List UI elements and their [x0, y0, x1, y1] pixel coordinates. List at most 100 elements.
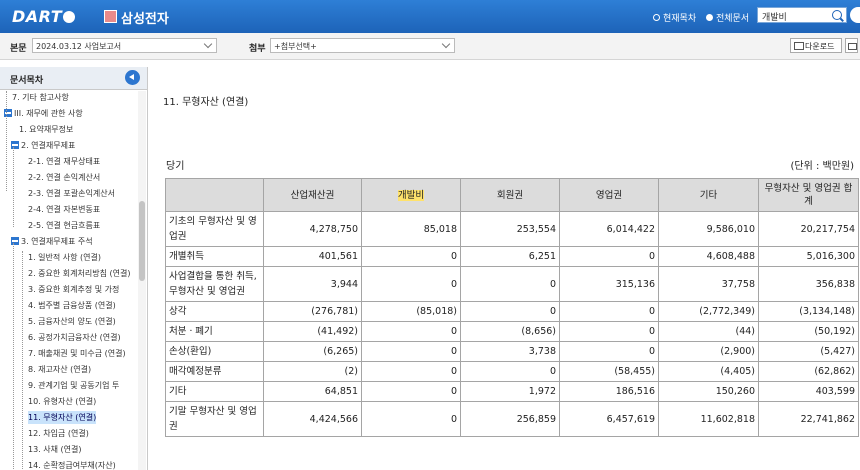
scope-all-label: 전체문서 — [716, 14, 750, 24]
intangible-assets-table: 산업재산권 개발비 회원권 영업권 기타 무형자산 및 영업권 합계 기초의 무형자산 및… — [165, 178, 859, 437]
row-label: 손상(환입) — [165, 341, 264, 362]
tree-guide-line — [6, 91, 7, 191]
value-cell: 22,741,862 — [758, 401, 859, 437]
value-cell: (62,862) — [758, 361, 859, 382]
toc-header: 문서목차 — [0, 67, 147, 90]
toc-item[interactable]: 14. 순확정급여부채(자산) — [28, 459, 116, 470]
toc-item[interactable]: 2-4. 연결 자본변동표 — [28, 203, 100, 216]
toc-item-label: 4. 범주별 금융상품 (연결) — [28, 301, 116, 310]
value-cell: 3,944 — [263, 266, 362, 302]
toc-item-label: 7. 기타 참고사항 — [12, 93, 69, 102]
attach-value: +첨부선택+ — [274, 42, 317, 51]
download-label: 다운로드 — [805, 42, 835, 51]
toc-item[interactable]: 9. 관계기업 및 공동기업 투 — [28, 379, 119, 392]
value-cell: 6,014,422 — [559, 211, 659, 247]
toc-item[interactable]: 2. 중요한 회계처리방침 (연결) — [28, 267, 130, 280]
value-cell: 5,016,300 — [758, 246, 859, 267]
toc-item-label: 9. 관계기업 및 공동기업 투 — [28, 381, 120, 390]
toc-item-label: 1. 요약재무정보 — [19, 125, 74, 134]
toc-item[interactable]: 2. 연결재무제표 — [11, 139, 75, 152]
toc-item[interactable]: 12. 차입금 (연결) — [28, 427, 89, 440]
toc-item[interactable]: 7. 매출채권 및 미수금 (연결) — [28, 347, 126, 360]
scroll-thumb[interactable] — [139, 201, 145, 281]
table-row: 기초의 무형자산 및 영업권 4,278,750 85,018 253,554 6,01… — [165, 211, 859, 247]
value-cell: 4,278,750 — [263, 211, 362, 247]
value-cell: 9,586,010 — [658, 211, 759, 247]
toc-item-label: 6. 공정가치금융자산 (연결) — [28, 333, 121, 342]
dart-logo[interactable]: DART — [12, 7, 76, 26]
toc-item[interactable]: 3. 중요한 회계추정 및 가정 — [28, 283, 119, 296]
value-cell: (50,192) — [758, 321, 859, 342]
toc-item[interactable]: 7. 기타 참고사항 — [12, 91, 69, 104]
value-cell: 0 — [361, 381, 461, 402]
toc-item-label: 12. 차입금 (연결) — [28, 429, 89, 438]
value-cell: 253,554 — [460, 211, 560, 247]
value-cell: 0 — [559, 301, 659, 322]
toc-item-label: 7. 매출채권 및 미수금 (연결) — [28, 349, 126, 358]
value-cell: 20,217,754 — [758, 211, 859, 247]
toc-item[interactable]: 8. 재고자산 (연결) — [28, 363, 91, 376]
value-cell: (3,134,148) — [758, 301, 859, 322]
value-cell: (44) — [658, 321, 759, 342]
toc-item-label: 14. 순확정급여부채(자산) — [28, 461, 116, 470]
search-input[interactable]: 개발비 — [757, 7, 847, 23]
toc-item[interactable]: 4. 범주별 금융상품 (연결) — [28, 299, 116, 312]
value-cell: (41,492) — [263, 321, 362, 342]
toc-item[interactable]: 1. 일반적 사항 (연결) — [28, 251, 101, 264]
toc-item[interactable]: 5. 금융자산의 양도 (연결) — [28, 315, 116, 328]
value-cell: 6,251 — [460, 246, 560, 267]
attach-label: 첨부 — [249, 44, 266, 54]
toc-item[interactable]: 13. 사채 (연결) — [28, 443, 82, 456]
chevron-down-icon — [203, 39, 213, 49]
value-cell: (2) — [263, 361, 362, 382]
search-option-button[interactable] — [850, 7, 860, 23]
value-cell: 64,851 — [263, 381, 362, 402]
scope-all-radio[interactable]: 전체문서 — [706, 11, 749, 24]
value-cell: 3,738 — [460, 341, 560, 362]
toc-item-label: 1. 일반적 사항 (연결) — [28, 253, 102, 262]
value-cell: 0 — [460, 301, 560, 322]
toc-item[interactable]: 10. 유형자산 (연결) — [28, 395, 96, 408]
toc-item-label: 2. 중요한 회계처리방침 (연결) — [28, 269, 131, 278]
section-title: 11. 무형자산 (연결) — [163, 97, 249, 108]
toc-item[interactable]: 2-3. 연결 포괄손익계산서 — [28, 187, 115, 200]
main-doc-select[interactable]: 2024.03.12 사업보고서 — [32, 38, 217, 53]
column-header-label: 기타 — [699, 189, 718, 201]
toc-item[interactable]: 2-5. 연결 현금흐름표 — [28, 219, 100, 232]
toc-item[interactable]: III. 재무에 관한 사항 — [4, 107, 83, 120]
header-blank — [165, 178, 264, 212]
monitor-icon — [794, 42, 804, 50]
toc-item[interactable]: 6. 공정가치금융자산 (연결) — [28, 331, 121, 344]
search-icon[interactable] — [832, 10, 842, 20]
toc-item[interactable]: 1. 요약재무정보 — [19, 123, 73, 136]
radio-icon — [653, 14, 660, 21]
toc-item-label: 2-4. 연결 자본변동표 — [28, 205, 101, 214]
value-cell: 315,136 — [559, 266, 659, 302]
toc-item[interactable]: 2-2. 연결 손익계산서 — [28, 171, 100, 184]
value-cell: (5,427) — [758, 341, 859, 362]
toc-item[interactable]: 3. 연결재무제표 주석 — [11, 235, 93, 248]
print-button[interactable] — [845, 38, 858, 53]
toc-item-label: 11. 무형자산 (연결) — [28, 413, 97, 422]
download-button[interactable]: 다운로드 — [790, 38, 842, 53]
value-cell: 0 — [559, 321, 659, 342]
value-cell: (2,772,349) — [658, 301, 759, 322]
value-cell: 0 — [460, 361, 560, 382]
attach-select[interactable]: +첨부선택+ — [270, 38, 455, 53]
print-icon — [848, 43, 857, 50]
collapse-sidebar-icon[interactable] — [125, 70, 140, 85]
column-header: 기타 — [658, 178, 759, 212]
value-cell: 0 — [559, 341, 659, 362]
value-cell: 0 — [361, 401, 461, 437]
toc-item[interactable]: 11. 무형자산 (연결) — [28, 411, 97, 424]
document-content: 11. 무형자산 (연결) 당기 (단위 : 백만원) 산업재산권 개발비 회원권 영… — [152, 67, 860, 470]
scope-current-radio[interactable]: 현재목차 — [653, 11, 696, 24]
value-cell: 186,516 — [559, 381, 659, 402]
toc-item[interactable]: 2-1. 연결 재무상태표 — [28, 155, 100, 168]
value-cell: 0 — [361, 266, 461, 302]
toc-scrollbar[interactable] — [138, 91, 146, 470]
table-row: 기말 무형자산 및 영업권 4,424,566 0 256,859 6,457,619 1… — [165, 401, 859, 437]
column-header-label: 영업권 — [595, 189, 623, 201]
column-header-label: 회원권 — [496, 189, 524, 201]
value-cell: (8,656) — [460, 321, 560, 342]
